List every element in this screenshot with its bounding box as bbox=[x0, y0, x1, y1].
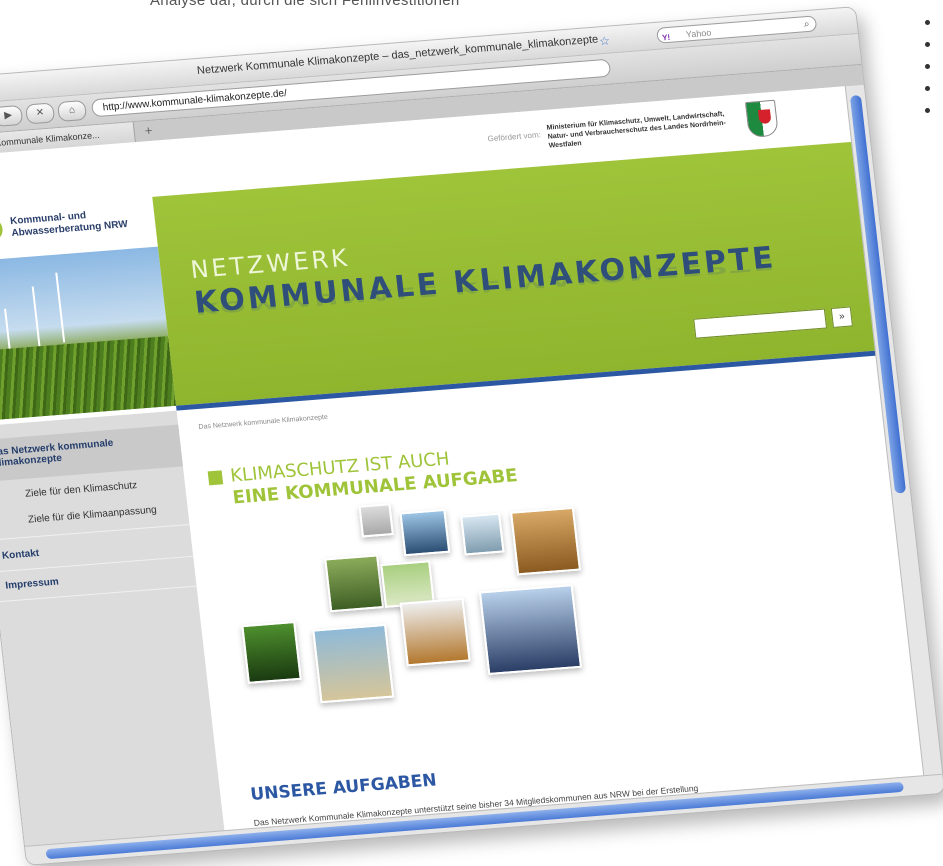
sidebar-item-ziele-klimaanpassung[interactable]: Ziele für die Klimaanpassung bbox=[0, 502, 188, 529]
bookmark-star-icon[interactable]: ☆ bbox=[598, 34, 610, 49]
search-placeholder: Yahoo bbox=[685, 27, 712, 40]
new-tab-button[interactable]: + bbox=[144, 123, 153, 139]
sidebar: Das Netzwerk kommunale Klimakonzepte Zie… bbox=[0, 410, 225, 847]
breadcrumb[interactable]: Das Netzwerk kommunale Klimakonzepte bbox=[198, 414, 328, 431]
search-icon: ⌕ bbox=[803, 18, 811, 31]
funded-by-label: Gefördert vom: bbox=[487, 130, 542, 144]
sidebar-item-ziele-klimaschutz[interactable]: Ziele für den Klimaschutz bbox=[0, 476, 185, 503]
site-search-input[interactable] bbox=[693, 308, 828, 339]
logo-rings-icon bbox=[0, 218, 3, 242]
wind-turbine-photo bbox=[0, 246, 177, 422]
ministry-name: Ministerium für Klimaschutz, Umwelt, Lan… bbox=[546, 110, 727, 150]
page-caption: Analyse dar, durch die sich Fehlinvestit… bbox=[150, 0, 460, 9]
browser-window: Netzwerk Kommunale Klimakonzepte – das_n… bbox=[0, 6, 943, 866]
photo-collage bbox=[209, 485, 656, 766]
logo-text: Kommunal- und Abwasserberatung NRW bbox=[9, 210, 129, 240]
site-search-button[interactable]: » bbox=[830, 306, 853, 328]
sidebar-item-netzwerk[interactable]: Das Netzwerk kommunale Klimakonzepte bbox=[0, 424, 183, 483]
page-viewport: Gefördert vom: Ministerium für Klimaschu… bbox=[0, 86, 925, 847]
tasks-title: UNSERE AUFGABEN bbox=[249, 770, 438, 805]
forward-button[interactable]: ▶ bbox=[0, 104, 24, 128]
yahoo-icon: Y! bbox=[661, 32, 671, 43]
headline-bullet bbox=[207, 470, 224, 486]
home-button[interactable]: ⌂ bbox=[56, 99, 88, 122]
nrw-crest-icon bbox=[744, 99, 779, 138]
stop-button[interactable]: ✕ bbox=[25, 102, 56, 125]
